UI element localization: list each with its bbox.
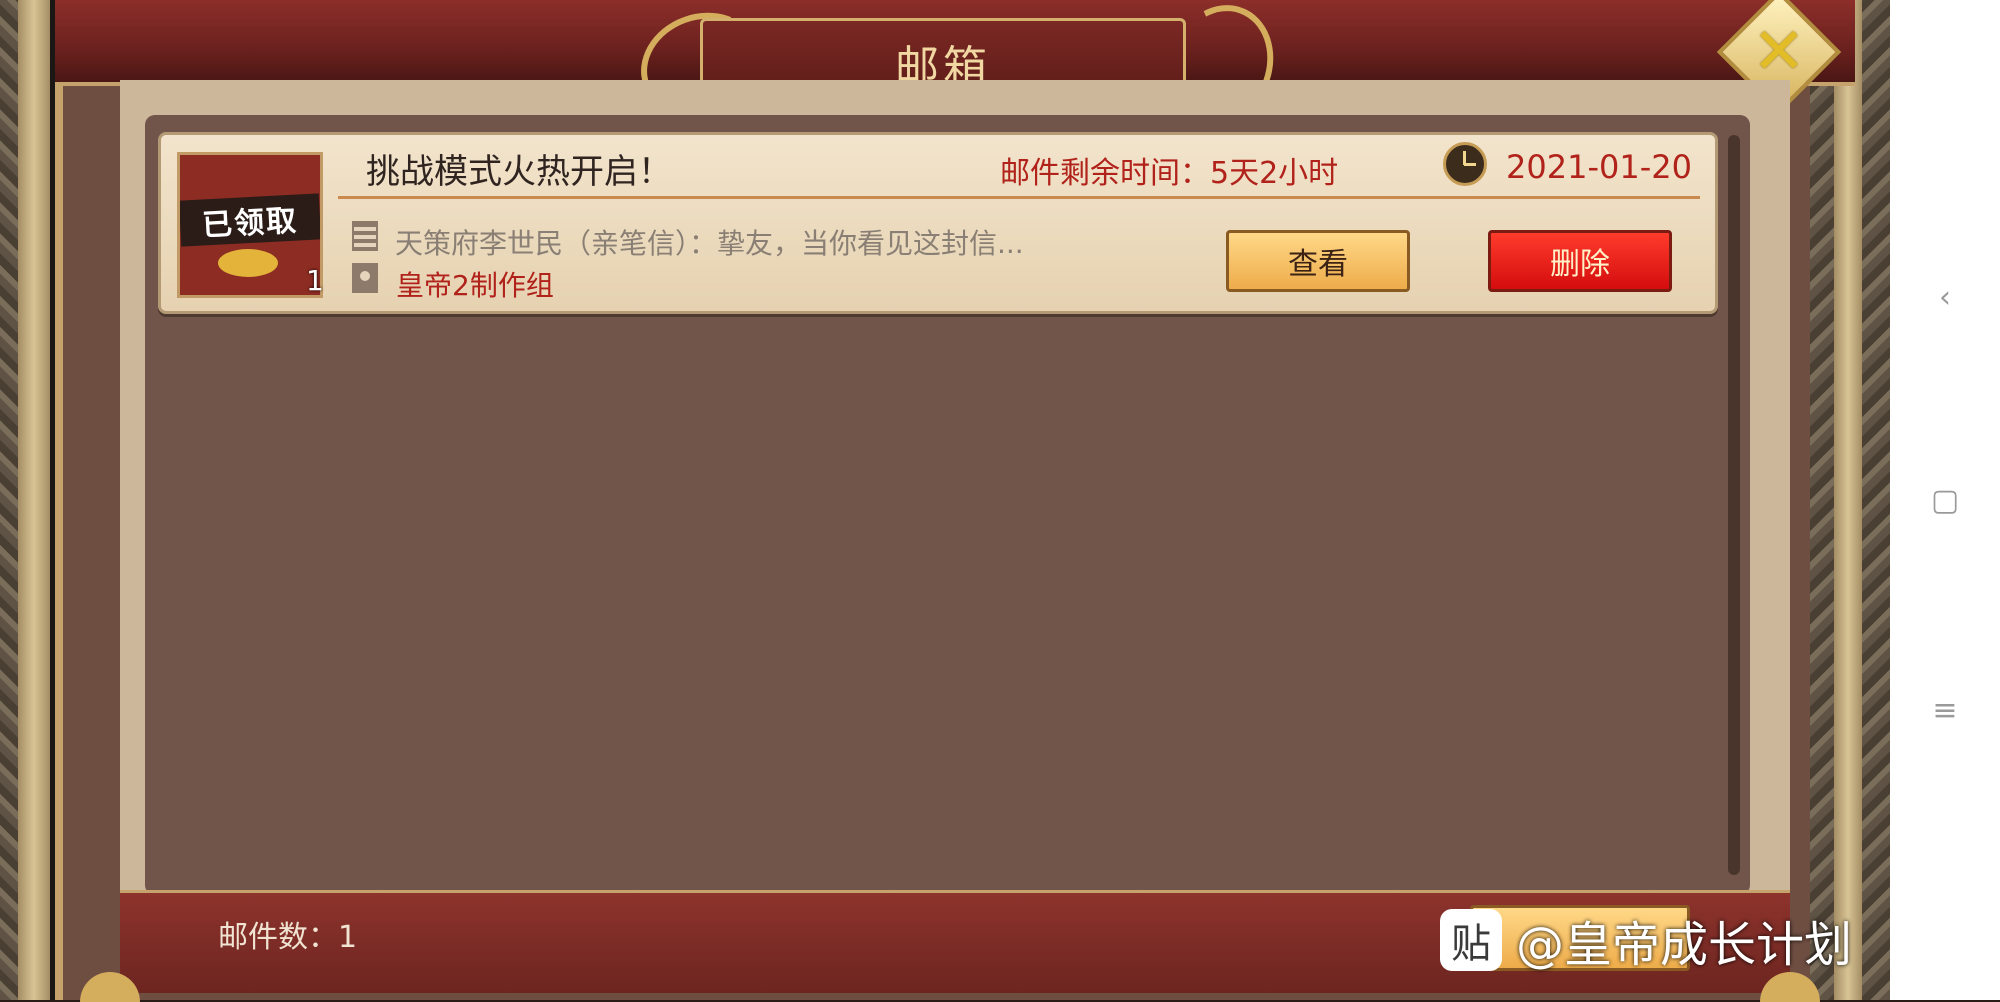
claimed-label: 已领取 (180, 193, 320, 247)
right-ornate-border (1810, 0, 1890, 1000)
letter-icon (352, 221, 378, 251)
clock-icon (1443, 142, 1487, 186)
mail-list-scrollbar[interactable] (1728, 135, 1740, 875)
system-nav-bar: ‹ ▢ ≡ (1890, 0, 2000, 1000)
delete-button[interactable]: 删除 (1488, 230, 1672, 292)
gold-ingot-icon (218, 249, 278, 277)
sender-icon (352, 263, 378, 293)
mail-sender: 皇帝2制作组 (396, 269, 554, 302)
mail-item-divider (338, 196, 1700, 199)
watermark-logo: 贴 (1440, 909, 1502, 971)
mail-date: 2021-01-20 (1506, 148, 1692, 186)
attachment-item-icon[interactable]: 已领取 (177, 152, 323, 298)
right-gold-trim (1834, 0, 1862, 1000)
mail-preview: 天策府李世民（亲笔信）：挚友，当你看见这封信... (395, 227, 1024, 260)
menu-icon[interactable]: ≡ (1920, 685, 1970, 735)
attachment-count: 1 (306, 264, 324, 297)
watermark-text: @皇帝成长计划 (1516, 917, 1853, 973)
close-icon: ✕ (1752, 14, 1806, 89)
view-button[interactable]: 查看 (1226, 230, 1410, 292)
left-gold-trim (18, 0, 50, 1000)
square-icon[interactable]: ▢ (1920, 475, 1970, 525)
watermark: 贴 @皇帝成长计划 (1440, 900, 1900, 980)
mail-title: 挑战模式火热开启！ (366, 152, 672, 192)
chevron-left-icon[interactable]: ‹ (1920, 272, 1970, 322)
mail-remaining-time: 邮件剩余时间：5天2小时 (1000, 156, 1339, 191)
mail-count: 邮件数：1 (218, 920, 358, 955)
